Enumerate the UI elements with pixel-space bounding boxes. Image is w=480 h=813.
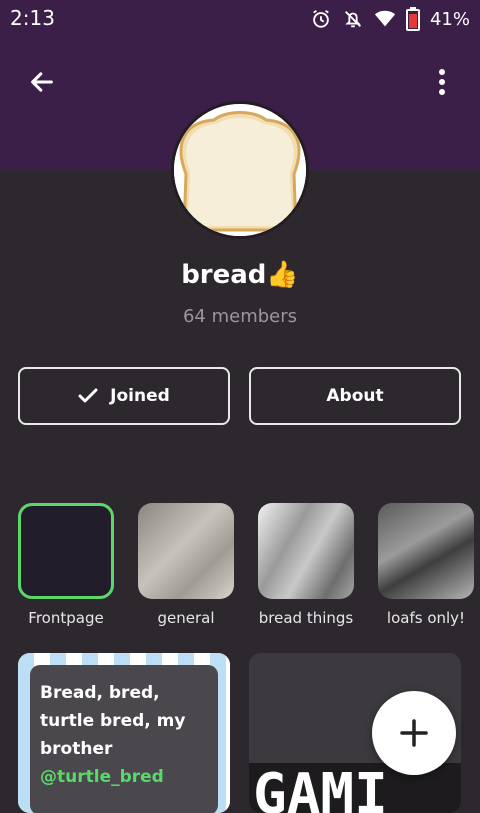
- about-label: About: [326, 386, 384, 406]
- post-mention[interactable]: @turtle_bred: [40, 767, 164, 787]
- notifications-off-icon: [345, 11, 361, 28]
- battery-percentage: 41%: [429, 8, 470, 30]
- channel-label: Frontpage: [28, 609, 104, 627]
- status-time: 2:13: [10, 6, 55, 30]
- plus-icon: [400, 719, 428, 747]
- battery-icon: [405, 7, 420, 31]
- post-card[interactable]: Bread, bred, turtle bred, my brother @tu…: [18, 653, 230, 813]
- channel-bread-things[interactable]: bread things: [258, 503, 354, 627]
- channel-label: bread things: [258, 609, 354, 627]
- more-options-button[interactable]: [420, 60, 464, 104]
- status-icons: 41%: [310, 7, 470, 31]
- joined-label: Joined: [110, 386, 170, 406]
- channel-thumb: [378, 503, 474, 599]
- channel-thumb: [258, 503, 354, 599]
- post-text: Bread, bred, turtle bred, my brother: [40, 683, 186, 759]
- back-arrow-icon: [31, 72, 53, 92]
- about-button[interactable]: About: [249, 367, 461, 425]
- channel-frontpage[interactable]: Frontpage: [18, 503, 114, 627]
- alarm-icon: [313, 9, 329, 28]
- more-vert-icon: [439, 69, 445, 95]
- channel-list: Frontpage general bread things loafs onl…: [18, 503, 474, 627]
- post-image-text: GAMI: [253, 762, 388, 813]
- status-bar: 2:13 41%: [0, 0, 480, 38]
- community-avatar: [171, 101, 309, 239]
- channel-label: loafs only!: [386, 609, 466, 627]
- community-name: bread👍: [181, 260, 299, 290]
- member-count: 64 members: [182, 306, 298, 327]
- bread-slice-image: [174, 104, 306, 236]
- post-preview: Bread, bred, turtle bred, my brother @tu…: [30, 665, 218, 813]
- channel-thumb: [138, 503, 234, 599]
- channel-general[interactable]: general: [138, 503, 234, 627]
- check-icon: [78, 388, 98, 403]
- channel-loafs-only[interactable]: loafs only!: [378, 503, 474, 627]
- channel-thumb: [18, 503, 114, 599]
- create-post-button[interactable]: [372, 691, 456, 775]
- channel-label: general: [157, 609, 215, 627]
- back-button[interactable]: [20, 60, 64, 104]
- joined-button[interactable]: Joined: [18, 367, 230, 425]
- wifi-icon: [374, 10, 396, 27]
